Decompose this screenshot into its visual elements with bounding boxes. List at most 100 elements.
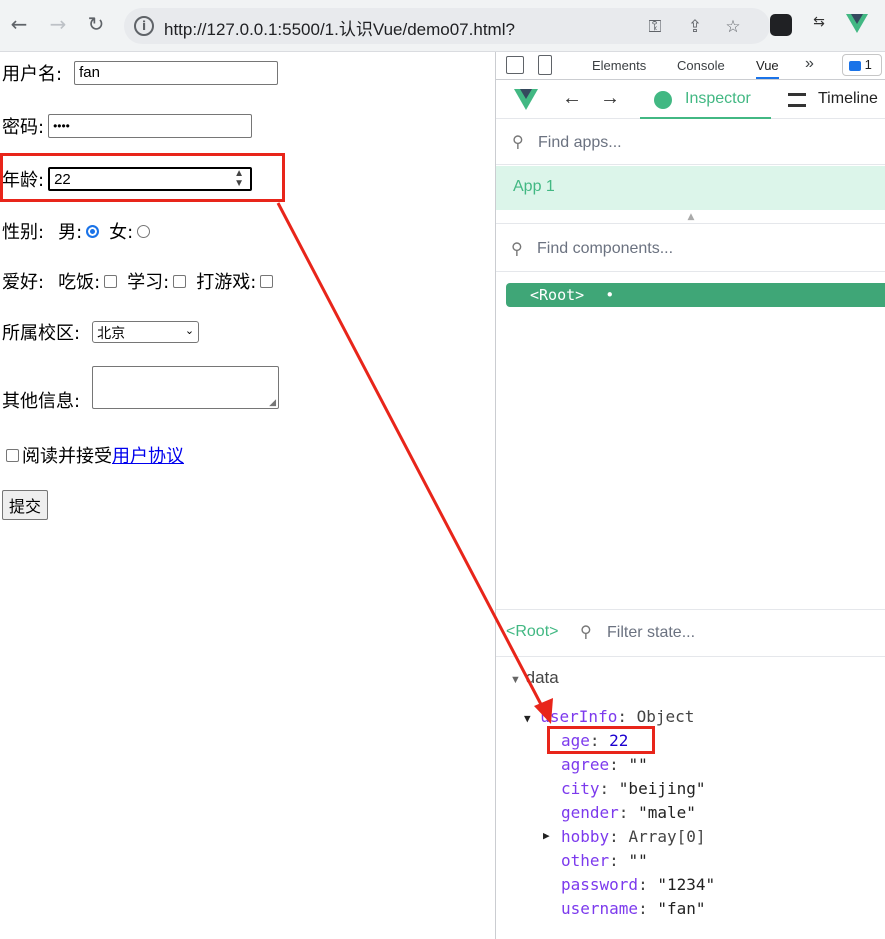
search-icon: ⚲ (580, 624, 592, 641)
user-agreement-link[interactable]: 用户协议 (112, 442, 184, 468)
username-label: 用户名: (2, 64, 63, 85)
hobby-eat-label: 吃饭: (58, 272, 101, 293)
bookmark-star-icon[interactable]: ☆ (722, 17, 744, 37)
state-field-row: password: "1234" (561, 875, 716, 894)
submit-button[interactable]: 提交 (2, 490, 49, 520)
search-icon: ⚲ (512, 134, 524, 151)
search-icon: ⚲ (511, 241, 523, 258)
site-info-icon[interactable]: i (134, 16, 154, 36)
state-value: "male" (638, 803, 696, 822)
male-label: 男: (58, 222, 83, 243)
expand-triangle-icon[interactable]: ▶ (543, 829, 550, 842)
state-value: "1234" (657, 875, 716, 894)
state-value: "" (628, 851, 648, 870)
data-section-label: data (525, 668, 559, 687)
state-field-row: gender: "male" (561, 803, 696, 822)
reload-icon[interactable]: ↻ (83, 11, 109, 37)
forward-arrow-icon[interactable]: → (600, 87, 620, 110)
agree-text: 阅读并接受 (22, 446, 112, 467)
tab-elements[interactable]: Elements (592, 58, 646, 73)
annotation-box-age-input (0, 153, 285, 202)
state-header: <Root> ⚲ Filter state... (496, 609, 885, 657)
hobby-eat-checkbox[interactable] (104, 274, 118, 288)
find-apps-placeholder: Find apps... (538, 134, 622, 151)
state-field-row: agree: "" (561, 755, 648, 774)
filter-state-input[interactable]: Filter state... (607, 624, 695, 642)
state-field-row: city: "beijing" (561, 779, 706, 798)
root-label: <Root> (530, 286, 585, 304)
translate-extension-icon[interactable]: ⇆ (808, 14, 830, 36)
state-key: username (561, 899, 639, 918)
find-apps-search[interactable]: ⚲ Find apps... (496, 119, 885, 165)
other-info-textarea[interactable]: ◢ (92, 366, 280, 409)
state-value: "beijing" (618, 779, 706, 798)
issues-icon (849, 60, 861, 71)
hobby-game-label: 打游戏: (196, 272, 257, 293)
collapse-triangle-icon: ▼ (510, 674, 521, 686)
split-handle-icon[interactable]: ▲ (496, 210, 885, 224)
username-input[interactable]: fan (74, 61, 279, 85)
userinfo-row[interactable]: ▼ userInfo: Object (524, 707, 694, 726)
extension-icon[interactable] (770, 14, 792, 36)
state-value: "fan" (657, 899, 706, 918)
hobby-game-checkbox[interactable] (260, 274, 274, 288)
tab-vue[interactable]: Vue (756, 58, 779, 79)
chevron-down-icon: ⌄ (184, 324, 195, 337)
app-name: App 1 (513, 178, 555, 195)
root-dot: • (605, 286, 615, 304)
devtools-tab-bar: Elements Console Vue » 1 (496, 52, 885, 80)
campus-label: 所属校区: (2, 323, 81, 344)
tab-console[interactable]: Console (677, 58, 725, 73)
back-arrow-icon[interactable]: ← (562, 87, 582, 110)
data-section-header[interactable]: ▼ data (510, 668, 559, 688)
find-components-search[interactable]: ⚲ Find components... (496, 225, 885, 272)
vue-devtools-toolbar: ← → Inspector Timeline (496, 81, 885, 119)
find-components-placeholder: Find components... (537, 240, 674, 257)
state-field-row: other: "" (561, 851, 648, 870)
root-component-node[interactable]: <Root> • (506, 283, 885, 307)
state-root-label: <Root> (506, 623, 559, 640)
state-field-row: username: "fan" (561, 899, 706, 918)
inspect-element-icon[interactable] (506, 56, 524, 74)
inspector-label: Inspector (685, 90, 751, 107)
resize-grip-icon[interactable]: ◢ (269, 398, 276, 408)
tab-inspector[interactable]: Inspector (640, 81, 771, 119)
state-key: gender (561, 803, 619, 822)
userinfo-type: Object (636, 707, 695, 726)
compass-icon (654, 91, 672, 109)
issues-count: 1 (864, 57, 872, 72)
state-value: Array[0] (628, 827, 706, 846)
female-label: 女: (109, 222, 134, 243)
other-info-label: 其他信息: (2, 391, 81, 412)
agree-checkbox[interactable] (6, 448, 19, 462)
issues-badge[interactable]: 1 (842, 54, 882, 76)
form-page: 用户名: fan 密码: •••• 年龄: 22 ▲ ▼ 性别: 男: 女: 爱好… (0, 52, 495, 939)
app-list-item[interactable]: App 1 (496, 166, 885, 210)
share-icon[interactable]: ⇪ (684, 17, 706, 37)
password-key-icon[interactable]: ⚿ (644, 17, 666, 37)
vue-logo-icon (514, 89, 538, 110)
state-value: "" (628, 755, 648, 774)
expand-triangle-icon: ▼ (524, 712, 531, 725)
browser-toolbar: ← → ↻ i http://127.0.0.1:5500/1.认识Vue/de… (0, 0, 885, 52)
female-radio[interactable] (137, 224, 151, 238)
timeline-label: Timeline (818, 90, 878, 107)
campus-selected-value: 北京 (97, 326, 126, 342)
male-radio[interactable] (86, 224, 100, 238)
state-key: password (561, 875, 639, 894)
vue-devtools-extension-icon[interactable] (846, 14, 868, 36)
tab-timeline[interactable]: Timeline (788, 81, 885, 119)
forward-arrow-icon[interactable]: → (45, 11, 71, 37)
gender-label: 性别: (2, 222, 45, 243)
more-tabs-icon[interactable]: » (805, 55, 814, 73)
back-arrow-icon[interactable]: ← (6, 11, 32, 37)
password-input[interactable]: •••• (48, 114, 253, 138)
hobby-study-checkbox[interactable] (173, 274, 187, 288)
device-toolbar-icon[interactable] (538, 55, 552, 75)
campus-select[interactable]: 北京 ⌄ (92, 321, 200, 343)
address-bar[interactable]: i http://127.0.0.1:5500/1.认识Vue/demo07.h… (124, 8, 770, 44)
state-field-row[interactable]: ▶ hobby: Array[0] (543, 827, 706, 846)
hobby-label: 爱好: (2, 272, 45, 293)
state-key: city (561, 779, 600, 798)
devtools-panel: Elements Console Vue » 1 ← → Inspector T… (495, 52, 885, 939)
